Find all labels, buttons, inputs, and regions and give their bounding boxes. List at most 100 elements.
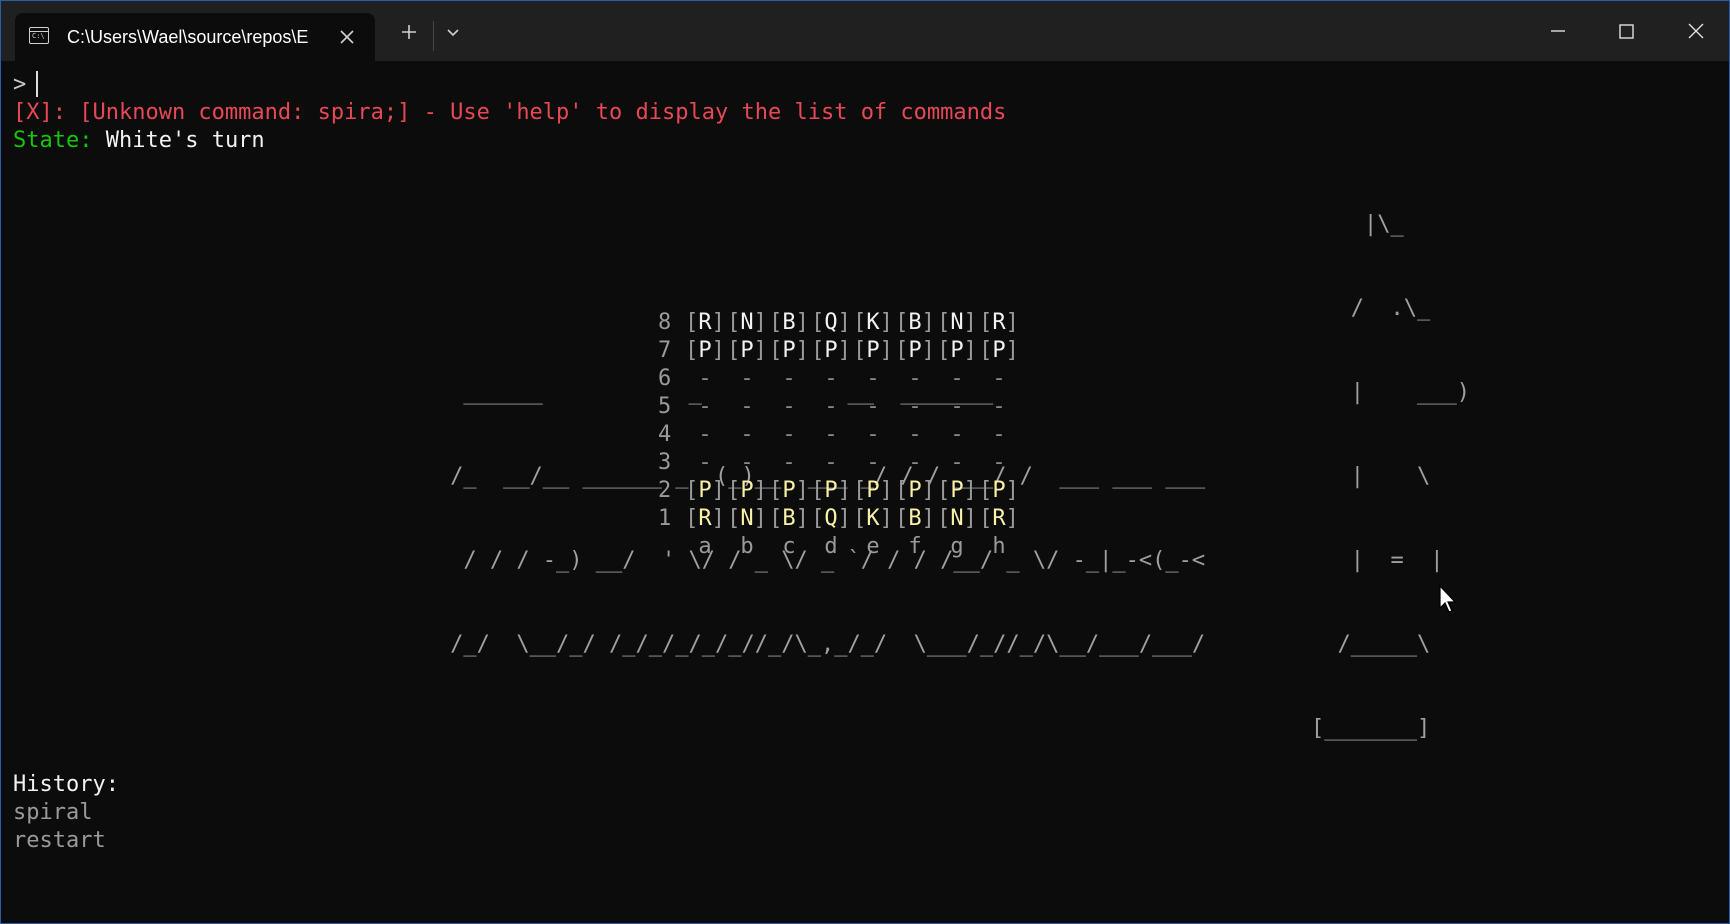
square-bracket: [ — [937, 478, 951, 503]
board-square: [P] — [978, 337, 1020, 365]
board-square: - — [684, 421, 726, 449]
board-square: - — [810, 393, 852, 421]
board-square: - — [684, 393, 726, 421]
chess-piece: B — [908, 506, 922, 531]
empty-square-marker: - — [908, 366, 922, 391]
square-bracket: ] — [795, 478, 809, 503]
new-tab-button[interactable] — [391, 16, 427, 48]
board-square: - — [684, 449, 726, 477]
rank-label: 4 — [658, 422, 672, 447]
square-bracket: [ — [853, 310, 867, 335]
square-bracket: [ — [937, 506, 951, 531]
square-bracket: [ — [895, 478, 909, 503]
close-icon[interactable] — [1673, 11, 1719, 51]
board-rank-row: 6 - - - - - - - - — [658, 365, 1020, 393]
board-square: [B] — [768, 309, 810, 337]
empty-square-marker: - — [950, 450, 964, 475]
minimize-icon[interactable] — [1535, 11, 1581, 51]
prompt-line[interactable]: > — [13, 71, 39, 99]
empty-square-marker: - — [908, 422, 922, 447]
history-item: restart — [13, 828, 106, 853]
square-bracket: ] — [921, 338, 935, 363]
square-bracket: [ — [811, 310, 825, 335]
title-bar: C:\ C:\Users\Wael\source\repos\E — [1, 1, 1729, 61]
board-square: [P] — [852, 477, 894, 505]
board-rank-row: 3 - - - - - - - - — [658, 449, 1020, 477]
square-bracket: ] — [921, 310, 935, 335]
board-square: - — [810, 449, 852, 477]
square-bracket: [ — [979, 478, 993, 503]
banner-line: /_/ \__/_/ /_/_/_/_/_//_/\_,_/_/ \___/_/… — [13, 632, 1431, 657]
board-square: [R] — [684, 309, 726, 337]
chess-piece: P — [698, 478, 712, 503]
empty-square-marker: - — [698, 366, 712, 391]
board-square: [P] — [894, 477, 936, 505]
chess-piece: P — [866, 478, 880, 503]
file-label: d — [824, 534, 838, 559]
square-bracket: ] — [837, 506, 851, 531]
file-label: e — [866, 534, 880, 559]
square-bracket: [ — [685, 338, 699, 363]
square-bracket: ] — [879, 338, 893, 363]
board-square: [P] — [768, 477, 810, 505]
empty-square-marker: - — [950, 366, 964, 391]
square-bracket: ] — [963, 310, 977, 335]
empty-square-marker: - — [824, 422, 838, 447]
maximize-icon[interactable] — [1603, 11, 1649, 51]
square-bracket: [ — [853, 338, 867, 363]
chess-piece: N — [950, 506, 964, 531]
board-square: - — [852, 449, 894, 477]
board-square: [B] — [768, 505, 810, 533]
board-square: [N] — [936, 505, 978, 533]
empty-square-marker: - — [740, 422, 754, 447]
banner-line: |\_ — [13, 212, 1404, 237]
board-square: [P] — [726, 477, 768, 505]
square-bracket: [ — [937, 310, 951, 335]
board-square: [R] — [978, 309, 1020, 337]
rank-label: 8 — [658, 310, 672, 335]
board-square: [K] — [852, 309, 894, 337]
square-bracket: ] — [711, 338, 725, 363]
file-label: a — [698, 534, 712, 559]
board-square: [P] — [810, 477, 852, 505]
tab-separator — [433, 21, 434, 51]
tab-close-icon[interactable] — [333, 23, 361, 51]
state-label: State: — [13, 128, 93, 153]
history-item: spiral — [13, 800, 93, 825]
board-square: - — [768, 393, 810, 421]
square-bracket: ] — [837, 338, 851, 363]
state-line: State: White's turn — [13, 127, 265, 155]
rank-label: 3 — [658, 450, 672, 475]
square-bracket: ] — [879, 506, 893, 531]
square-bracket: [ — [769, 310, 783, 335]
board-square: - — [978, 365, 1020, 393]
file-labels-row: a b c d e f g h — [658, 533, 1020, 561]
empty-square-marker: - — [866, 422, 880, 447]
empty-square-marker: - — [992, 450, 1006, 475]
chess-piece: K — [866, 310, 880, 335]
square-bracket: [ — [895, 310, 909, 335]
tab-terminal[interactable]: C:\ C:\Users\Wael\source\repos\E — [15, 13, 375, 61]
empty-square-marker: - — [992, 366, 1006, 391]
square-bracket: [ — [811, 338, 825, 363]
chess-piece: N — [950, 310, 964, 335]
square-bracket: [ — [685, 478, 699, 503]
tab-dropdown-chevron-down-icon[interactable] — [435, 16, 471, 48]
empty-square-marker: - — [782, 394, 796, 419]
square-bracket: [ — [685, 506, 699, 531]
chess-piece: N — [740, 506, 754, 531]
board-rank-row: 4 - - - - - - - - — [658, 421, 1020, 449]
board-square: - — [936, 449, 978, 477]
board-square: [R] — [978, 505, 1020, 533]
board-square: [N] — [726, 309, 768, 337]
board-square: - — [978, 421, 1020, 449]
chess-piece: P — [992, 478, 1006, 503]
square-bracket: ] — [837, 310, 851, 335]
board-square: - — [768, 449, 810, 477]
square-bracket: ] — [795, 506, 809, 531]
board-square: - — [894, 449, 936, 477]
empty-square-marker: - — [992, 394, 1006, 419]
empty-square-marker: - — [866, 366, 880, 391]
square-bracket: [ — [727, 506, 741, 531]
banner-line: [_______] — [13, 716, 1431, 741]
